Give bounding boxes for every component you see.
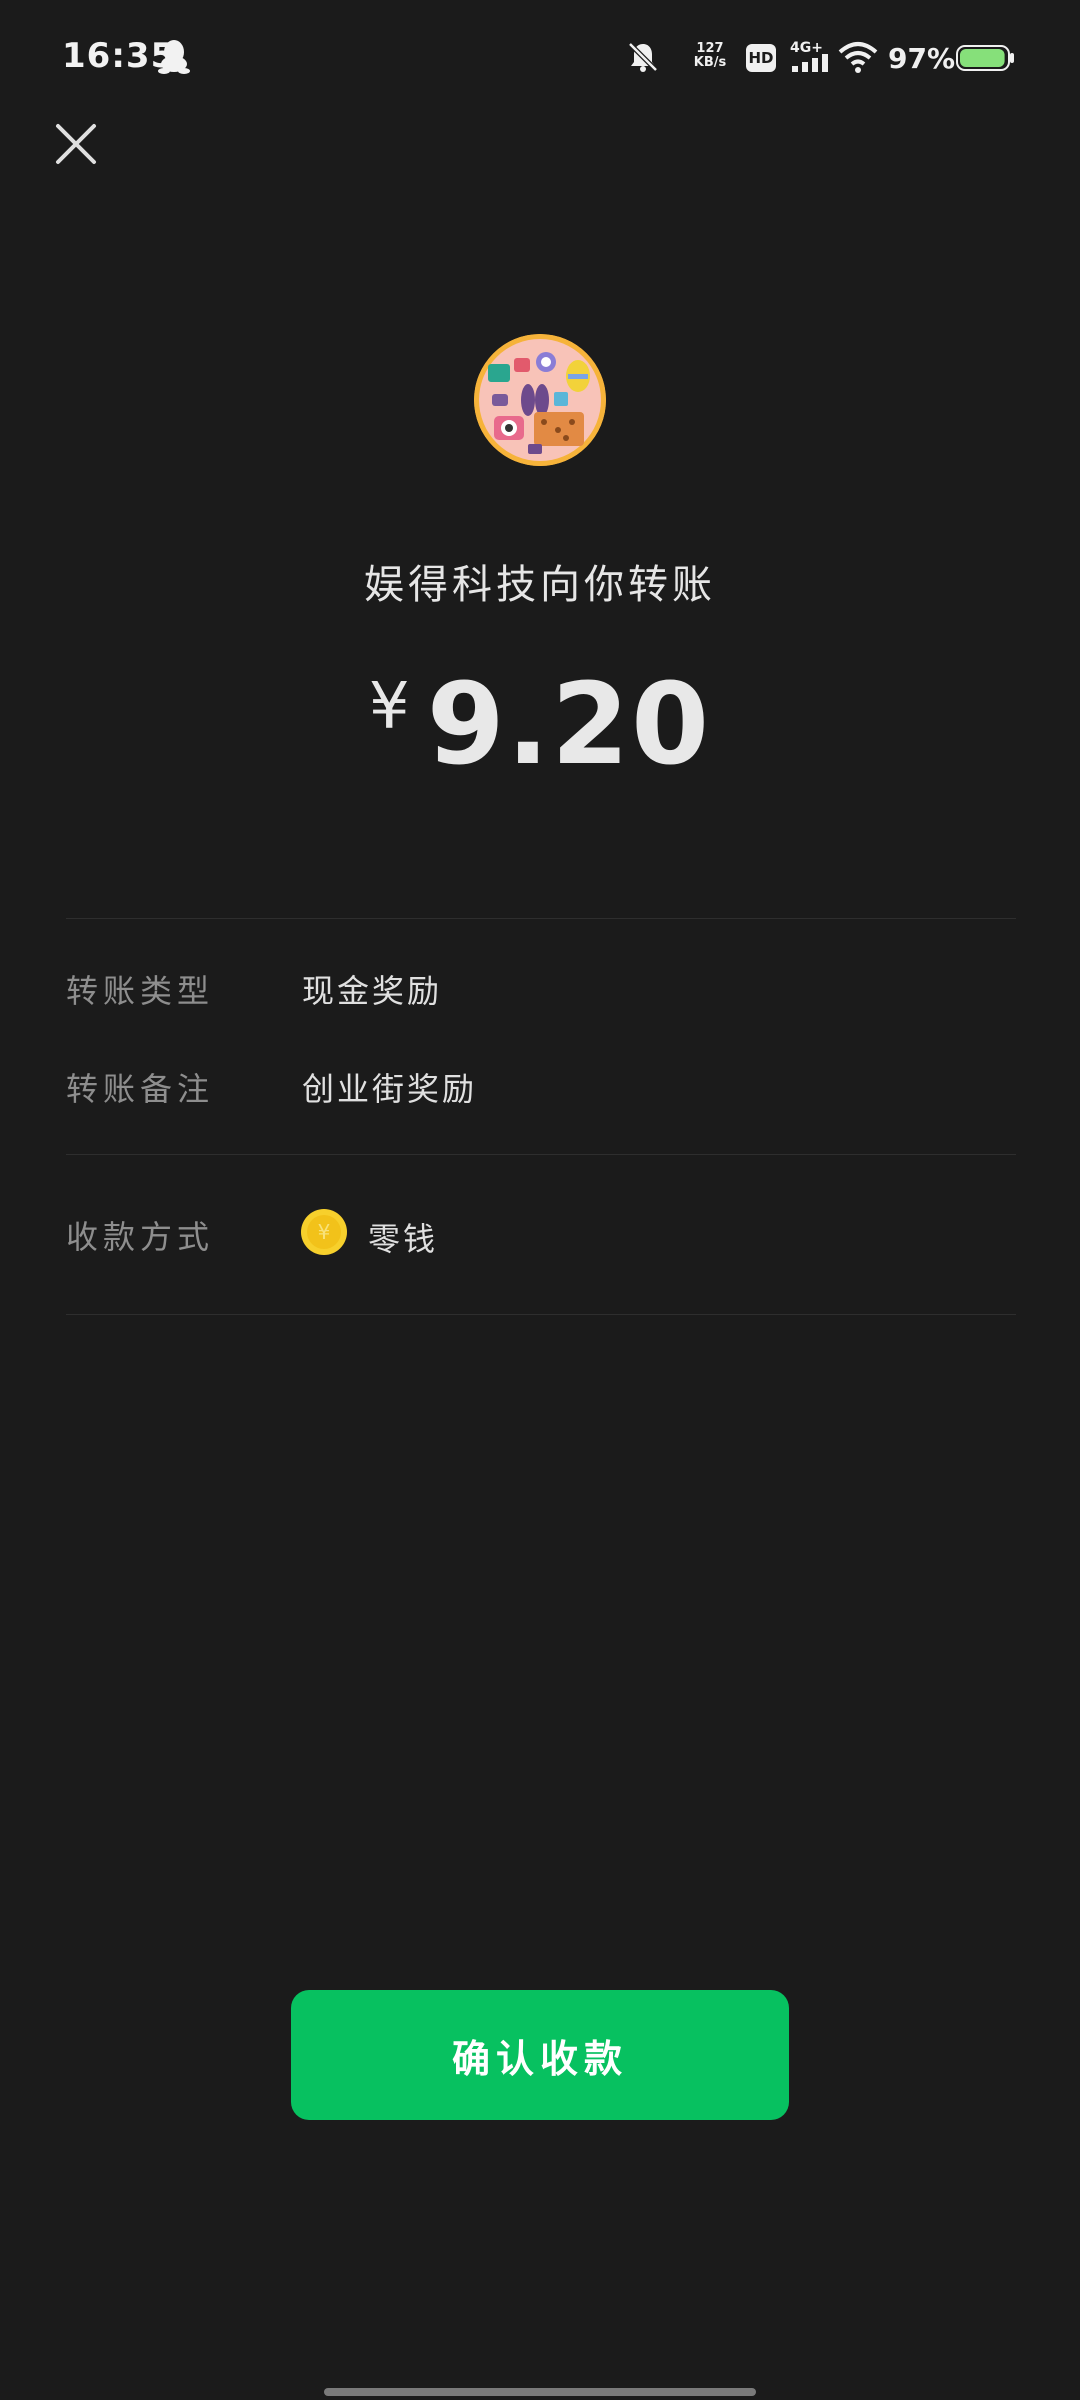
battery-percent: 97% xyxy=(888,42,956,75)
net-speed: 127 KB/s xyxy=(690,42,730,70)
divider-bottom xyxy=(66,1314,1016,1315)
hd-badge: HD xyxy=(746,44,776,72)
transfer-type-label: 转账类型 xyxy=(66,972,215,1010)
network-type-label: 4G+ xyxy=(790,40,823,56)
qq-icon xyxy=(158,40,190,74)
coin-icon: ¥ xyxy=(301,1209,347,1255)
transfer-note-label: 转账备注 xyxy=(66,1070,215,1108)
signal-icon: 4G+ xyxy=(790,40,828,72)
payout-method-label: 收款方式 xyxy=(66,1218,215,1256)
confirm-receipt-button[interactable]: 确认收款 xyxy=(291,1990,789,2120)
avatar-image xyxy=(474,334,606,466)
divider-top xyxy=(66,918,1016,919)
coin-symbol: ¥ xyxy=(318,1220,331,1244)
net-speed-value: 127 xyxy=(696,41,724,56)
transfer-title: 娱得科技向你转账 xyxy=(364,562,716,608)
currency-symbol: ¥ xyxy=(368,670,410,744)
transfer-type-value: 现金奖励 xyxy=(302,972,443,1010)
transfer-amount: ¥ 9.20 xyxy=(0,660,1080,790)
amount-value: 9.20 xyxy=(426,660,712,790)
status-indicators: 127 KB/s HD 4G+ 97% xyxy=(620,0,1080,118)
bell-off-icon xyxy=(628,42,658,72)
transfer-note-value: 创业街奖励 xyxy=(302,1070,478,1108)
net-speed-unit: KB/s xyxy=(693,55,727,70)
divider-middle xyxy=(66,1154,1016,1155)
payout-method-value[interactable]: 零钱 xyxy=(368,1214,438,1260)
wifi-icon xyxy=(838,42,878,73)
home-indicator[interactable] xyxy=(324,2388,756,2396)
sender-avatar xyxy=(474,334,606,466)
status-bar: 16:35 127 KB/s HD 4G+ 97% xyxy=(0,0,1080,118)
close-icon[interactable] xyxy=(46,114,106,174)
battery-icon xyxy=(956,45,1014,71)
